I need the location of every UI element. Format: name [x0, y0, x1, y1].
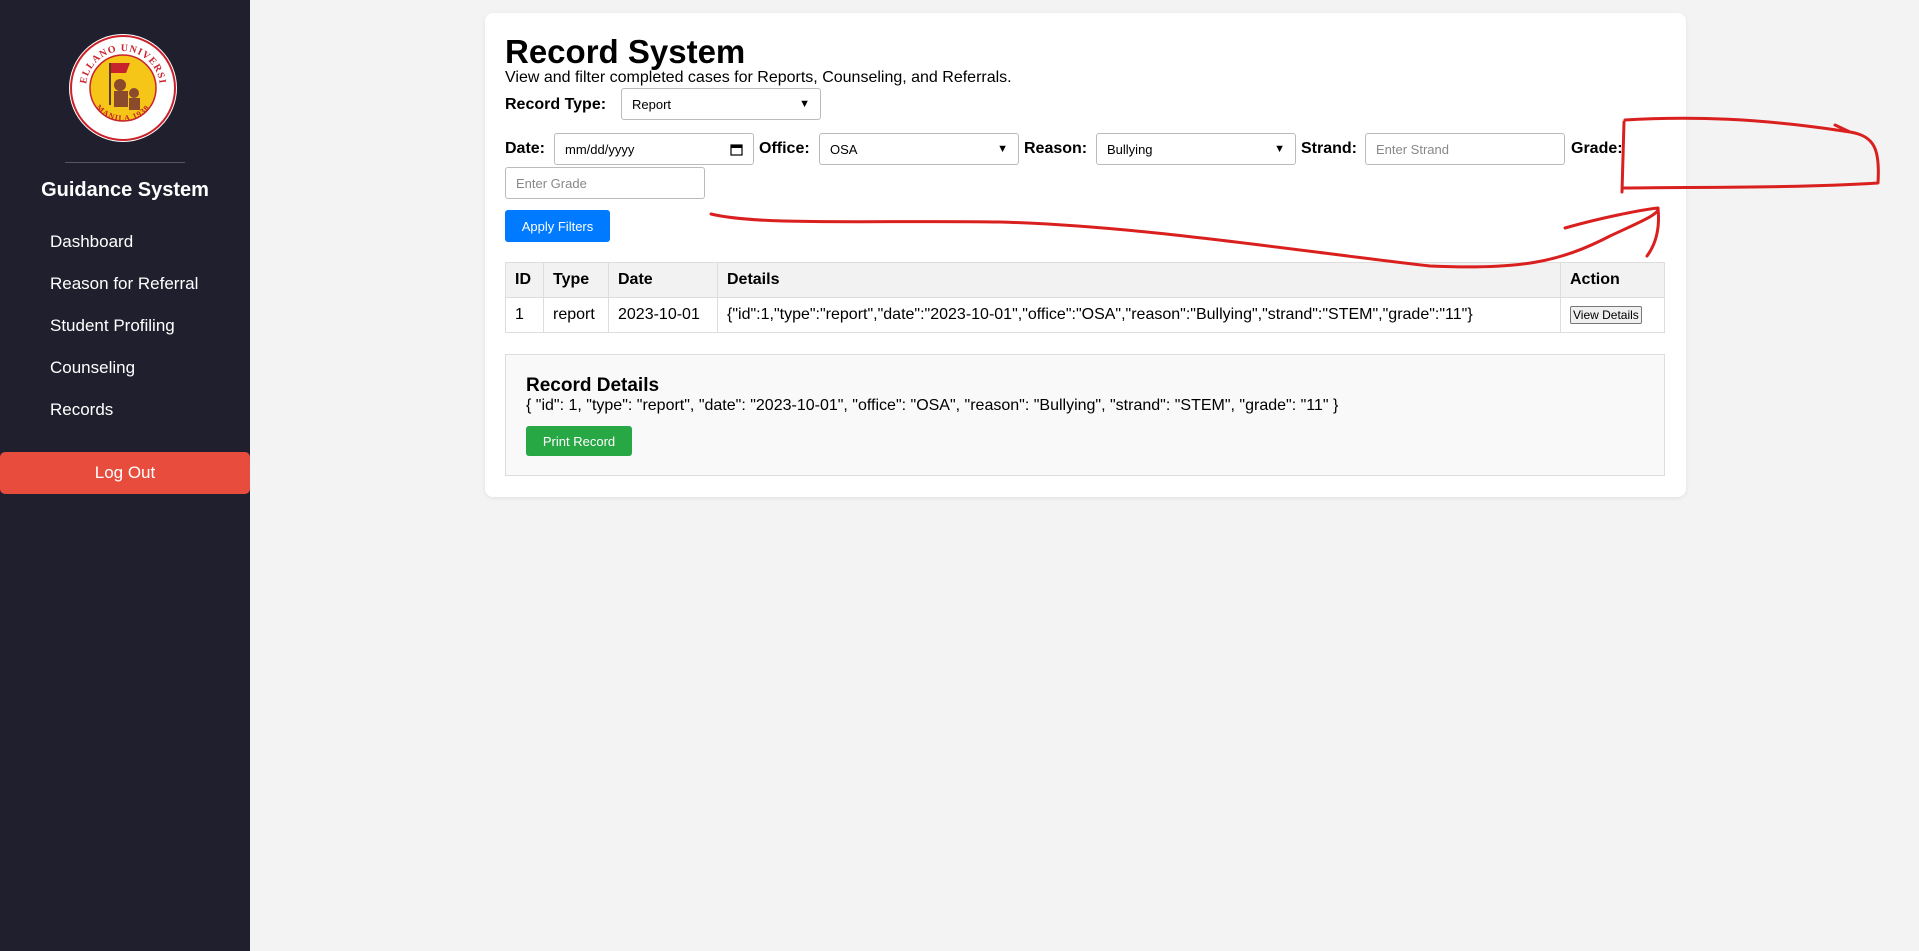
- date-input[interactable]: mm/dd/yyyy: [554, 133, 754, 165]
- office-label: Office:: [759, 140, 810, 157]
- table-header-row: ID Type Date Details Action: [505, 262, 1665, 298]
- cell-id: 1: [505, 297, 544, 333]
- cell-details: {"id":1,"type":"report","date":"2023-10-…: [717, 297, 1561, 333]
- date-label: Date:: [505, 140, 546, 157]
- header-type: Type: [543, 262, 609, 298]
- record-details-title: Record Details: [526, 375, 660, 396]
- record-type-label: Record Type:: [505, 96, 607, 113]
- sidebar-item-dashboard[interactable]: Dashboard: [50, 230, 198, 272]
- cell-type: report: [543, 297, 609, 333]
- calendar-icon[interactable]: [730, 143, 743, 156]
- grade-placeholder: Enter Grade: [516, 175, 587, 191]
- header-action: Action: [1560, 262, 1665, 298]
- reason-label: Reason:: [1024, 140, 1088, 157]
- view-details-button[interactable]: View Details: [1570, 306, 1642, 324]
- record-details-panel: Record Details { "id": 1, "type": "repor…: [505, 354, 1665, 476]
- office-select[interactable]: OSA ▼: [819, 133, 1019, 165]
- date-placeholder: mm/dd/yyyy: [565, 141, 635, 157]
- chevron-down-icon: ▼: [1274, 143, 1285, 155]
- page-subtitle: View and filter completed cases for Repo…: [505, 69, 1012, 86]
- record-details-text: { "id": 1, "type": "report", "date": "20…: [526, 397, 1339, 414]
- reason-select[interactable]: Bullying ▼: [1096, 133, 1296, 165]
- university-seal-logo: ARELLANO UNIVERSITY MANILA 1938: [68, 33, 177, 142]
- cell-action: View Details: [1560, 297, 1665, 333]
- print-record-button[interactable]: Print Record: [526, 426, 632, 456]
- cell-date: 2023-10-01: [608, 297, 718, 333]
- chevron-down-icon: ▼: [799, 98, 810, 110]
- record-type-select[interactable]: Report ▼: [621, 88, 821, 120]
- office-value: OSA: [830, 141, 858, 157]
- table-row: 1 report 2023-10-01 {"id":1,"type":"repo…: [505, 297, 1665, 333]
- brand-title: Guidance System: [41, 179, 209, 201]
- strand-input[interactable]: Enter Strand: [1365, 133, 1565, 165]
- apply-filters-button[interactable]: Apply Filters: [505, 210, 610, 242]
- sidebar-item-student-profiling[interactable]: Student Profiling: [50, 314, 198, 356]
- sidebar-item-counseling[interactable]: Counseling: [50, 356, 198, 398]
- sidebar-item-reason-for-referral[interactable]: Reason for Referral: [50, 272, 198, 314]
- sidebar: ARELLANO UNIVERSITY MANILA 1938 Guidance…: [0, 0, 250, 951]
- header-details: Details: [717, 262, 1561, 298]
- sidebar-item-records[interactable]: Records: [50, 398, 198, 440]
- records-table: ID Type Date Details Action 1 report 202…: [505, 262, 1665, 333]
- header-date: Date: [608, 262, 718, 298]
- grade-input[interactable]: Enter Grade: [505, 167, 705, 199]
- chevron-down-icon: ▼: [997, 143, 1008, 155]
- reason-value: Bullying: [1107, 141, 1153, 157]
- record-type-value: Report: [632, 96, 672, 112]
- page-title: Record System: [505, 33, 746, 70]
- strand-placeholder: Enter Strand: [1376, 141, 1449, 157]
- strand-label: Strand:: [1301, 140, 1357, 157]
- header-id: ID: [505, 262, 544, 298]
- grade-label: Grade:: [1571, 140, 1623, 157]
- record-system-card: Record System View and filter completed …: [485, 13, 1686, 497]
- logout-button[interactable]: Log Out: [0, 452, 250, 494]
- sidebar-nav: Dashboard Reason for Referral Student Pr…: [50, 230, 198, 440]
- sidebar-divider: [65, 162, 185, 163]
